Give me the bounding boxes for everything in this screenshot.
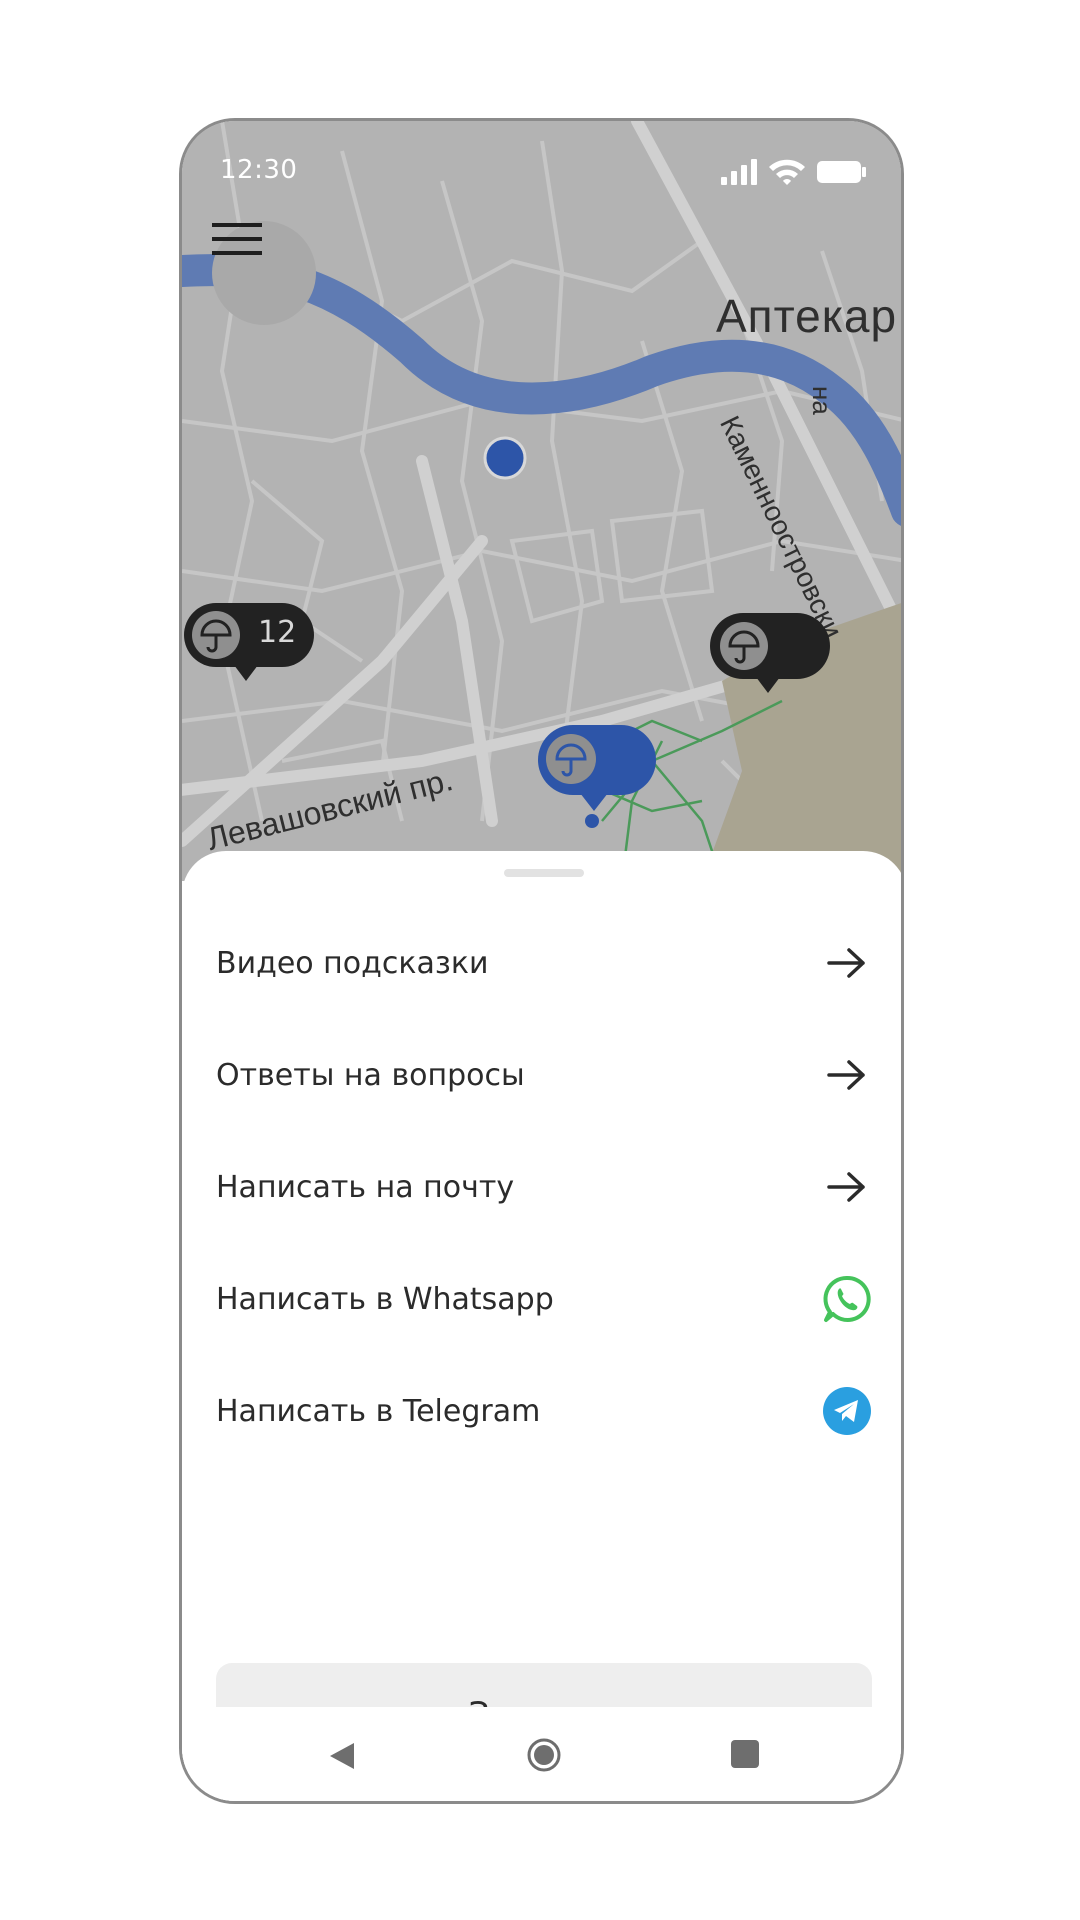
battery-icon [817, 161, 866, 183]
arrow-right-icon [822, 1162, 872, 1212]
pin-count: 12 [258, 615, 297, 650]
umbrella-pin-selected[interactable] [538, 725, 658, 815]
menu-item-label: Написать на почту [216, 1169, 515, 1205]
phone-frame: Аптекар на Левашовский пр. Каменноостров… [179, 118, 904, 1804]
menu-item-label: Написать в Whatsapp [216, 1281, 554, 1317]
telegram-icon [822, 1386, 872, 1436]
blue-dot [585, 814, 599, 828]
arrow-right-icon [822, 1050, 872, 1100]
system-nav-bar [182, 1707, 901, 1801]
arrow-right-icon [822, 938, 872, 988]
umbrella-pin-dark[interactable] [710, 613, 830, 697]
support-menu-list: Видео подсказки Ответы на вопросы Написа… [216, 907, 872, 1467]
menu-item-faq[interactable]: Ответы на вопросы [216, 1019, 872, 1131]
menu-item-label: Ответы на вопросы [216, 1057, 525, 1093]
location-dot[interactable] [483, 436, 527, 480]
wifi-icon [769, 159, 805, 185]
menu-item-video-hints[interactable]: Видео подсказки [216, 907, 872, 1019]
back-icon[interactable] [328, 1741, 356, 1775]
map-view[interactable]: Аптекар на Левашовский пр. Каменноостров… [182, 121, 901, 881]
menu-item-label: Написать в Telegram [216, 1393, 541, 1429]
map-label-district: Аптекар [716, 290, 898, 342]
signal-icon [721, 159, 757, 185]
umbrella-pin-12[interactable]: 12 [184, 603, 314, 687]
whatsapp-icon [822, 1274, 872, 1324]
bottom-sheet: Видео подсказки Ответы на вопросы Написа… [182, 851, 901, 1801]
menu-item-label: Видео подсказки [216, 945, 489, 981]
menu-item-email[interactable]: Написать на почту [216, 1131, 872, 1243]
recents-icon[interactable] [730, 1739, 760, 1773]
status-bar: 12:30 [182, 121, 901, 221]
hamburger-menu-button[interactable] [212, 221, 316, 325]
status-icons [721, 157, 871, 187]
pin-shape [710, 613, 830, 693]
pin-shape [538, 725, 656, 811]
status-time: 12:30 [220, 155, 298, 185]
menu-item-telegram[interactable]: Написать в Telegram [216, 1355, 872, 1467]
home-icon[interactable] [526, 1737, 562, 1777]
menu-item-whatsapp[interactable]: Написать в Whatsapp [216, 1243, 872, 1355]
map-label-district-suffix: на [807, 386, 837, 415]
sheet-drag-handle[interactable] [504, 869, 584, 877]
